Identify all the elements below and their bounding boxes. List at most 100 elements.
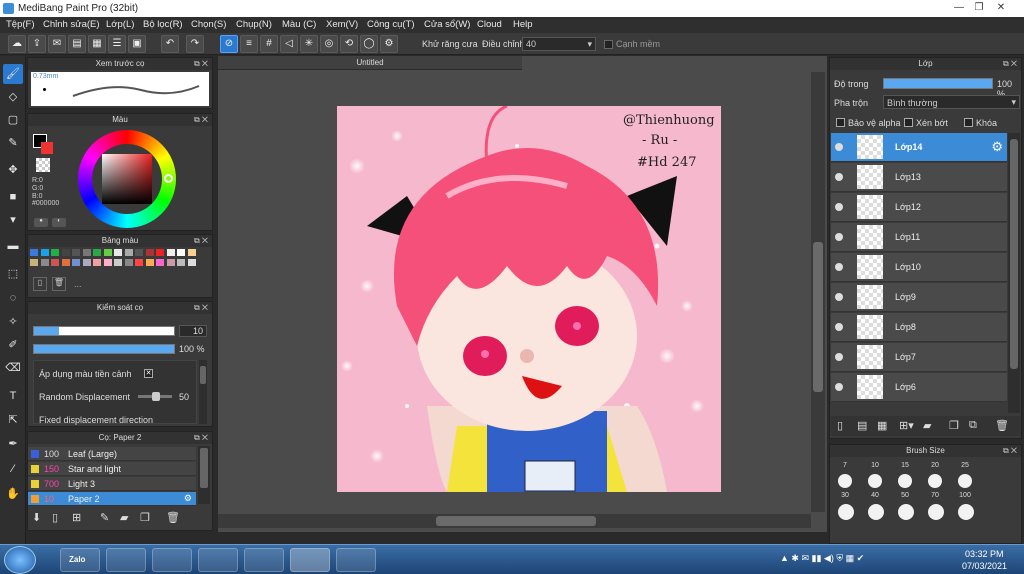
palette-swatch[interactable]: [51, 249, 59, 256]
gradient-tool-icon[interactable]: ▬: [3, 236, 23, 256]
scrollbar[interactable]: [198, 446, 210, 504]
operation-tool-icon[interactable]: ⇱: [3, 410, 23, 430]
dot-tool-icon[interactable]: ✎: [3, 133, 23, 153]
redo-icon[interactable]: ↷: [186, 35, 204, 53]
eyedropper-tool-icon[interactable]: ✒: [3, 434, 23, 454]
menu-select[interactable]: Chọn(S): [191, 19, 226, 30]
eye-icon[interactable]: [835, 203, 843, 211]
palette-swatch[interactable]: [103, 259, 112, 266]
gear-icon[interactable]: ⚙: [991, 139, 1003, 155]
hand-tool-icon[interactable]: ✋: [3, 484, 23, 504]
brush-size-button[interactable]: [898, 474, 912, 488]
bucket-tool-icon[interactable]: ▾: [3, 210, 23, 230]
palette-swatch[interactable]: [114, 249, 122, 256]
palette-swatch[interactable]: [61, 249, 70, 256]
cloud-download-icon[interactable]: ⬇: [32, 511, 41, 524]
snipping-tool-icon[interactable]: [336, 548, 376, 572]
layer-row[interactable]: Lớp6: [831, 373, 1007, 402]
layer-row[interactable]: Lớp12: [831, 193, 1007, 222]
size-value[interactable]: 10: [179, 325, 207, 337]
palette-more[interactable]: ...: [74, 279, 82, 289]
brush-size-button[interactable]: [928, 474, 942, 488]
secondary-color-swatch[interactable]: [41, 142, 53, 154]
folder-icon[interactable]: ▰: [120, 511, 128, 524]
correction-select[interactable]: 40 ▾: [522, 37, 596, 51]
artwork-canvas[interactable]: @Thienhuong - Ru - #Hd 247: [337, 106, 721, 492]
duplicate-icon[interactable]: ❐: [140, 511, 150, 524]
trash-icon[interactable]: 🗑: [166, 511, 180, 524]
menu-tools[interactable]: Công cụ(T): [367, 19, 415, 30]
start-button[interactable]: [4, 546, 36, 574]
internet-explorer-icon[interactable]: [198, 548, 238, 572]
system-tray-icons[interactable]: ▲ ✱ ✉ ▮▮ ◀) ⛨ ▦ ✔: [780, 553, 940, 567]
crosshatch-snap-icon[interactable]: #: [260, 35, 278, 53]
duplicate-layer-icon[interactable]: ❐: [949, 419, 959, 432]
protect-alpha-checkbox[interactable]: [836, 118, 845, 127]
brush-size-button[interactable]: [898, 504, 914, 520]
restore-button[interactable]: ❐: [972, 2, 986, 14]
menu-filter[interactable]: Bộ lọc(R): [143, 19, 183, 30]
eye-icon[interactable]: [835, 293, 843, 301]
soft-edge-checkbox[interactable]: [604, 40, 613, 49]
page-icon[interactable]: ▦: [88, 35, 106, 53]
menu-help[interactable]: Help: [513, 19, 533, 30]
undo-icon[interactable]: ↶: [161, 35, 179, 53]
brush-size-button[interactable]: [928, 504, 944, 520]
palette-swatch[interactable]: [93, 249, 101, 256]
eye-icon[interactable]: [835, 143, 843, 151]
menu-layer[interactable]: Lớp(L): [106, 19, 134, 30]
palette-swatch[interactable]: [187, 259, 196, 266]
snap-off-icon[interactable]: ⊘: [220, 35, 238, 53]
brush-tool-icon[interactable]: 🖌: [3, 64, 23, 84]
clock-time[interactable]: 03:32 PM: [965, 549, 1004, 559]
palette-swatch[interactable]: [156, 259, 164, 266]
transparent-swatch[interactable]: [36, 158, 50, 172]
settings-icon[interactable]: ⚙: [380, 35, 398, 53]
brush-size-button[interactable]: [958, 504, 974, 520]
circle-snap-icon[interactable]: ◎: [320, 35, 338, 53]
brush-size-button[interactable]: [958, 474, 972, 488]
menu-window[interactable]: Cửa sổ(W): [424, 19, 470, 30]
brush-list-item[interactable]: 150 Star and light: [28, 462, 196, 476]
folder-icon[interactable]: ▰: [923, 419, 931, 432]
palette-swatch[interactable]: [51, 259, 59, 266]
medibang-taskbar-icon[interactable]: [290, 548, 330, 572]
brush-size-button[interactable]: [868, 474, 882, 488]
eye-icon[interactable]: [835, 383, 843, 391]
palette-swatch[interactable]: [124, 249, 133, 256]
new-halftone-layer-icon[interactable]: ▤: [857, 419, 867, 432]
opacity-slider[interactable]: [33, 344, 175, 354]
palette-swatch[interactable]: [145, 259, 154, 266]
menu-view[interactable]: Xem(V): [326, 19, 358, 30]
menu-cloud[interactable]: Cloud: [477, 19, 502, 30]
menu-color[interactable]: Màu (C): [282, 19, 316, 30]
close-icon[interactable]: ⧉ ✕: [194, 235, 208, 247]
brush-size-button[interactable]: [868, 504, 884, 520]
layer-opacity-slider[interactable]: [883, 78, 993, 89]
palette-swatch[interactable]: [40, 259, 49, 266]
brush-size-button[interactable]: [838, 474, 852, 488]
palette-swatch[interactable]: [156, 249, 164, 256]
eye-icon[interactable]: [835, 263, 843, 271]
palette-swatch[interactable]: [30, 249, 38, 256]
apply-fg-checkbox[interactable]: ✕: [144, 369, 153, 378]
grid-icon[interactable]: ▣: [128, 35, 146, 53]
close-button[interactable]: ✕: [994, 2, 1008, 14]
move-tool-icon[interactable]: ✥: [3, 160, 23, 180]
layer-row[interactable]: Lớp14 ⚙: [831, 133, 1007, 162]
layer-row[interactable]: Lớp9: [831, 283, 1007, 312]
eye-icon[interactable]: [835, 323, 843, 331]
layer-row[interactable]: Lớp8: [831, 313, 1007, 342]
palette-swatch[interactable]: [145, 249, 154, 256]
palette-swatch[interactable]: [177, 249, 185, 256]
vertical-scrollbar[interactable]: [811, 72, 825, 512]
magic-wand-tool-icon[interactable]: ✧: [3, 312, 23, 332]
new-1bit-layer-icon[interactable]: ▦: [877, 419, 887, 432]
color-slider-icon[interactable]: ◐: [52, 218, 66, 227]
document-icon[interactable]: ▤: [68, 35, 86, 53]
palette-swatch[interactable]: [82, 249, 91, 256]
scrollbar[interactable]: [199, 360, 207, 424]
lock-checkbox[interactable]: [964, 118, 973, 127]
rectangle-tool-icon[interactable]: ▢: [3, 110, 23, 130]
close-icon[interactable]: ⧉ ✕: [194, 58, 208, 70]
